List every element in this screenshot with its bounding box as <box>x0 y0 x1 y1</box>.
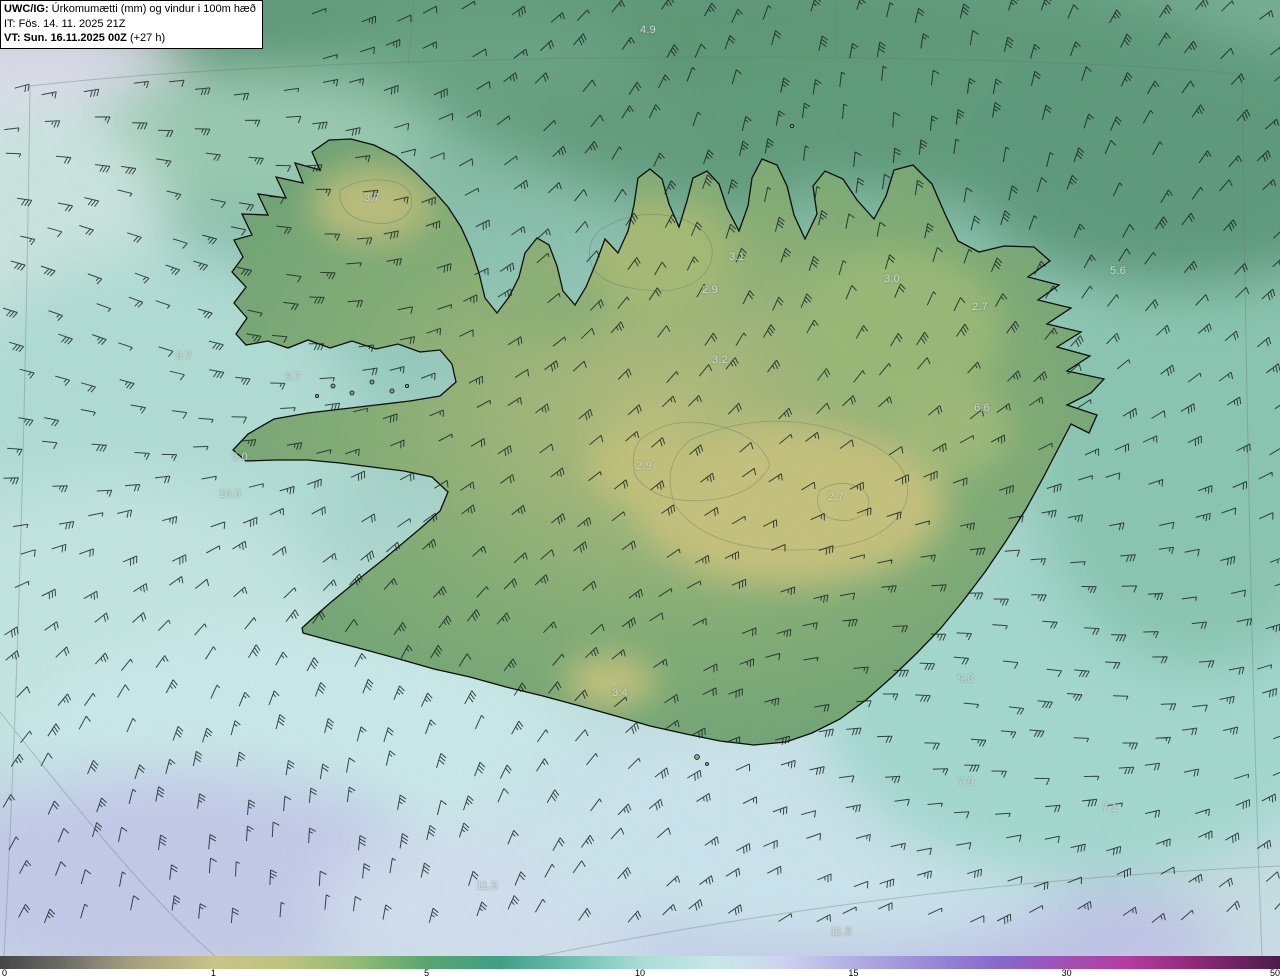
valid-time-label: VT: <box>4 32 21 45</box>
colorbar-tick-label: 10 <box>634 968 646 978</box>
model-id-label: UWC/IG: <box>4 3 49 15</box>
lead-time-text: (+27 h) <box>126 32 166 45</box>
colorbar-tick-label: 30 <box>1061 968 1072 978</box>
map-area: 4.9 3.7 3.1 2.9 3.0 2.7 5.6 9.7 9.7 3.2 6.6 5.0 10.0… <box>0 0 1280 956</box>
title-line-2: IT: Fös. 14. 11. 2025 21Z <box>4 17 256 32</box>
weather-map-stage: 4.9 3.7 3.1 2.9 3.0 2.7 5.6 9.7 9.7 3.2 6.6 5.0 10.0… <box>0 0 1280 978</box>
colorbar-tick-label: 5 <box>424 968 430 978</box>
init-time-label: IT: <box>4 17 16 30</box>
colorbar-tick-label: 15 <box>848 968 859 978</box>
title-line-3: VT: Sun. 16.11.2025 00Z (+27 h) <box>4 31 256 46</box>
precipitation-wind-map <box>0 0 1280 956</box>
title-line-1: UWC/IG: Úrkomumætti (mm) og vindur i 100… <box>4 2 256 17</box>
init-time-text: Fös. 14. 11. 2025 21Z <box>15 17 126 30</box>
colorbar: 0 1 5 10 15 30 50 <box>0 956 1280 978</box>
valid-time-text: Sun. 16.11.2025 00Z <box>20 32 127 45</box>
dither-texture <box>0 0 1280 956</box>
map-title-text: Úrkomumætti (mm) og vindur i 100m hæð <box>48 3 256 15</box>
colorbar-tick-label: 1 <box>210 968 216 978</box>
title-box: UWC/IG: Úrkomumætti (mm) og vindur i 100… <box>0 0 263 49</box>
colorbar-tick-labels: 0 1 5 10 15 30 50 <box>0 968 1280 978</box>
colorbar-tick-label: 50 <box>1269 968 1280 978</box>
colorbar-tick-label: 0 <box>2 968 8 978</box>
